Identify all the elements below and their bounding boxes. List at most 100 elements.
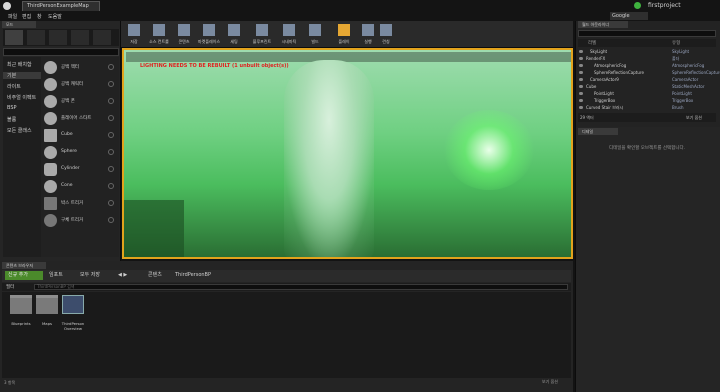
menu-window[interactable]: 창 (37, 13, 42, 20)
category-recent[interactable]: 최근 배치함 (7, 61, 32, 68)
eye-icon[interactable] (579, 106, 583, 109)
outliner-row-type: PointLight (672, 91, 692, 96)
place-item[interactable]: Sphere (43, 144, 117, 160)
player-start-icon (44, 112, 57, 125)
save-all-button[interactable]: 모두 저장 (80, 271, 100, 280)
world-outliner-tab[interactable]: 월드 아웃라이너 (578, 21, 628, 28)
category-bsp[interactable]: BSP (7, 105, 17, 111)
marketplace-button[interactable]: 마켓플레이스 (198, 23, 220, 46)
place-item[interactable]: 구체 트리거 (43, 212, 117, 228)
outliner-row[interactable]: Curved Stair 브러시 Brush (578, 105, 716, 111)
eye-icon[interactable] (579, 92, 583, 95)
outliner-view-options[interactable]: 보기 옵션 (686, 115, 702, 121)
level-viewport[interactable]: LIGHTING NEEDS TO BE REBUILT (1 unbuilt … (122, 48, 573, 259)
outliner-row-label: PointLight (594, 91, 614, 96)
viewport-toolbar[interactable] (126, 52, 571, 62)
level-tab[interactable]: ThirdPersonExampleMap (22, 1, 100, 11)
play-button[interactable]: 플레이 (333, 23, 355, 46)
place-item[interactable]: 공백 액터 (43, 59, 117, 75)
save-button[interactable]: 저장 (123, 23, 145, 46)
place-item[interactable]: Cube (43, 127, 117, 143)
place-item[interactable]: Cone (43, 178, 117, 194)
help-icon[interactable] (108, 200, 114, 206)
menu-edit[interactable]: 편집 (22, 13, 31, 20)
outliner-row[interactable]: SphereReflectionCapture SphereReflectionC… (578, 70, 720, 76)
help-icon[interactable] (108, 98, 114, 104)
launch-button[interactable]: 런칭 (375, 23, 397, 46)
asset-thirdperson-overview[interactable]: ThirdPerson Overview (60, 295, 86, 335)
help-icon[interactable] (108, 217, 114, 223)
outliner-row[interactable]: AtmosphericFog AtmosphericFog (578, 63, 716, 69)
content-button[interactable]: 콘텐츠 (173, 23, 195, 46)
eye-icon[interactable] (579, 99, 583, 102)
build-button[interactable]: 빌드 (304, 23, 326, 46)
add-new-button[interactable]: 신규 추가 (5, 271, 43, 280)
help-icon[interactable] (108, 115, 114, 121)
asset-search-input[interactable]: ThirdPersonBP 검색 (34, 284, 568, 290)
eye-icon[interactable] (579, 57, 583, 60)
back-forward-icon[interactable]: ◀ ▶ (118, 271, 127, 280)
geometry-mode-icon[interactable] (93, 30, 111, 45)
box-trigger-icon (44, 197, 57, 210)
outliner-row[interactable]: Cube StaticMeshActor (578, 84, 716, 90)
content-browser-tab[interactable]: 콘텐츠 브라우저 (2, 262, 46, 269)
place-item[interactable]: 공백 폰 (43, 93, 117, 109)
path-root[interactable]: 콘텐츠 (148, 271, 162, 280)
help-icon[interactable] (108, 81, 114, 87)
place-mode-icon[interactable] (5, 30, 23, 45)
eye-icon[interactable] (579, 85, 583, 88)
source-control-icon[interactable] (634, 2, 641, 9)
menu-help[interactable]: 도움말 (48, 13, 62, 20)
modes-tab[interactable]: 모드 (2, 21, 36, 28)
details-tab[interactable]: 디테일 (578, 128, 618, 135)
help-icon[interactable] (108, 64, 114, 70)
outliner-row[interactable]: RenderFX 폴더 (578, 56, 716, 62)
build-icon (309, 24, 321, 36)
menu-file[interactable]: 파일 (8, 13, 17, 20)
help-icon[interactable] (108, 183, 114, 189)
eye-icon[interactable] (579, 71, 583, 74)
help-icon[interactable] (108, 132, 114, 138)
main-toolbar: 저장 소스 컨트롤 콘텐츠 마켓플레이스 세팅 블루프린트 시네마틱 빌드 플레… (121, 21, 573, 48)
filters-button[interactable]: 필터 (6, 284, 26, 290)
mannequin-character[interactable] (284, 60, 374, 257)
column-label[interactable]: 라벨 (588, 40, 596, 46)
outliner-row[interactable]: PointLight PointLight (578, 91, 716, 97)
outliner-search-input[interactable] (578, 30, 716, 37)
category-all-classes[interactable]: 모든 클래스 (7, 127, 32, 134)
foliage-mode-icon[interactable] (71, 30, 89, 45)
place-item[interactable]: 박스 트리거 (43, 195, 117, 211)
place-item[interactable]: 플레이어 스타트 (43, 110, 117, 126)
place-search-input[interactable] (3, 48, 119, 56)
eye-icon[interactable] (579, 64, 583, 67)
landscape-mode-icon[interactable] (49, 30, 67, 45)
path-folder[interactable]: ThirdPersonBP (175, 271, 211, 280)
outliner-row-label: Cube (586, 84, 597, 89)
category-lights[interactable]: 라이트 (7, 83, 21, 90)
place-item[interactable]: 공백 캐릭터 (43, 76, 117, 92)
asset-folder-blueprints[interactable]: Blueprints (8, 295, 34, 335)
eye-icon[interactable] (579, 78, 583, 81)
category-visual-effects[interactable]: 비주얼 이펙트 (7, 94, 36, 101)
paint-mode-icon[interactable] (27, 30, 45, 45)
outliner-row[interactable]: CameraActor9 CameraActor (578, 77, 716, 83)
place-item[interactable]: Cylinder (43, 161, 117, 177)
help-icon[interactable] (108, 149, 114, 155)
clapper-icon (283, 24, 295, 36)
asset-grid (2, 292, 571, 378)
outliner-row[interactable]: SkyLight SkyLight (578, 49, 716, 55)
import-button[interactable]: 임포트 (49, 271, 63, 280)
blueprints-button[interactable]: 블루프린트 (251, 23, 273, 46)
outliner-row[interactable]: TriggerBox TriggerBox (578, 98, 716, 104)
help-icon[interactable] (108, 166, 114, 172)
cinematics-button[interactable]: 시네마틱 (278, 23, 300, 46)
column-type[interactable]: 유형 (672, 40, 680, 46)
eye-icon[interactable] (579, 50, 583, 53)
settings-button[interactable]: 세팅 (223, 23, 245, 46)
content-view-options[interactable]: 보기 옵션 (542, 379, 572, 385)
category-volumes[interactable]: 볼륨 (7, 116, 16, 123)
launch-icon (380, 24, 392, 36)
google-search-box[interactable]: Google (610, 12, 648, 20)
category-basic[interactable]: 기본 (3, 72, 41, 79)
source-control-button[interactable]: 소스 컨트롤 (148, 23, 170, 46)
